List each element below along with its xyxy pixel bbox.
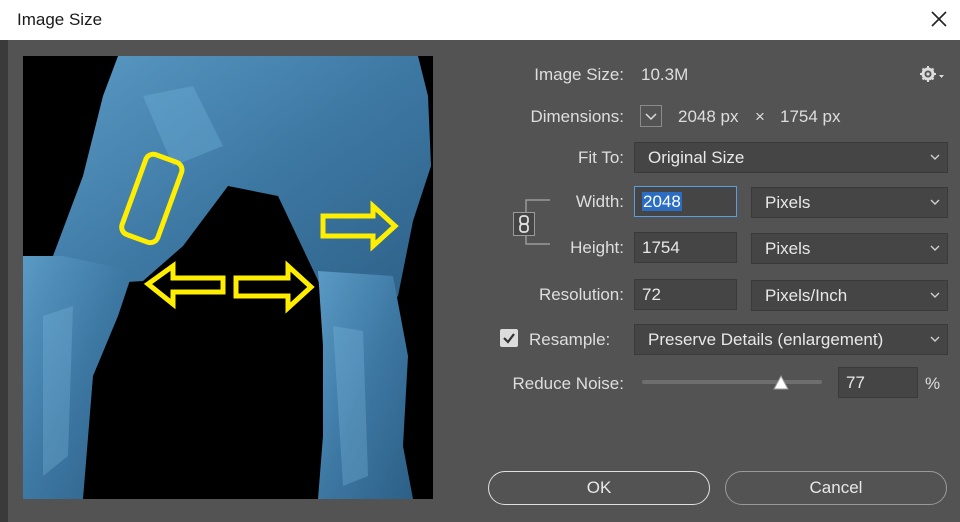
reduce-noise-slider-thumb[interactable] <box>772 375 789 391</box>
chevron-down-icon <box>930 245 940 251</box>
chevron-down-icon <box>930 292 940 298</box>
resolution-label: Resolution: <box>538 285 624 304</box>
reduce-noise-value: 77 <box>846 373 865 392</box>
resolution-input[interactable]: 72 <box>634 279 737 310</box>
resample-label: Resample: <box>529 330 611 349</box>
dimensions-times: × <box>755 107 765 126</box>
dimensions-height-value: 1754 px <box>780 107 841 126</box>
height-unit-select[interactable]: Pixels <box>751 233 948 264</box>
reduce-noise-slider-track[interactable] <box>642 380 822 384</box>
height-label: Height: <box>570 238 624 257</box>
width-unit-value: Pixels <box>765 193 811 212</box>
dimensions-label: Dimensions: <box>530 107 624 126</box>
image-preview[interactable] <box>23 56 433 499</box>
chevron-down-icon <box>930 154 940 160</box>
chevron-down-icon <box>645 113 657 121</box>
resample-method-value: Preserve Details (enlargement) <box>648 330 884 349</box>
toy-soldier-image <box>23 56 431 499</box>
resample-method-select[interactable]: Preserve Details (enlargement) <box>634 324 948 355</box>
gear-icon[interactable] <box>919 64 945 84</box>
reduce-noise-label: Reduce Noise: <box>512 374 624 393</box>
height-input[interactable]: 1754 <box>634 232 737 263</box>
width-label: Width: <box>575 192 624 211</box>
cancel-button[interactable]: Cancel <box>725 471 947 505</box>
resample-checkbox[interactable] <box>500 329 518 347</box>
close-icon[interactable] <box>928 8 950 30</box>
image-size-value: 10.3M <box>641 65 689 84</box>
checkmark-icon <box>503 333 515 344</box>
resolution-unit-select[interactable]: Pixels/Inch <box>751 280 948 311</box>
image-size-label: Image Size: <box>534 65 624 84</box>
dimensions-dropdown[interactable] <box>640 105 662 127</box>
ok-button[interactable]: OK <box>488 471 710 505</box>
fit-to-label: Fit To: <box>578 148 624 167</box>
reduce-noise-input[interactable]: 77 <box>838 367 918 398</box>
chevron-down-icon <box>930 336 940 342</box>
background-app-strip <box>0 40 8 522</box>
width-input[interactable]: 2048 <box>634 186 737 217</box>
dialog-title: Image Size <box>17 10 103 29</box>
width-value: 2048 <box>642 192 682 211</box>
dimensions-width-value: 2048 px <box>678 107 739 126</box>
chain-link-icon <box>519 215 529 233</box>
width-unit-select[interactable]: Pixels <box>751 187 948 218</box>
reduce-noise-unit: % <box>925 374 941 393</box>
resolution-value: 72 <box>642 285 661 304</box>
height-value: 1754 <box>642 238 680 257</box>
resolution-unit-value: Pixels/Inch <box>765 286 848 305</box>
constrain-proportions-toggle[interactable] <box>513 212 535 236</box>
fit-to-value: Original Size <box>648 148 745 167</box>
height-unit-value: Pixels <box>765 239 811 258</box>
chevron-down-icon <box>930 199 940 205</box>
title-bar: Image Size <box>0 0 960 40</box>
fit-to-select[interactable]: Original Size <box>634 142 948 173</box>
